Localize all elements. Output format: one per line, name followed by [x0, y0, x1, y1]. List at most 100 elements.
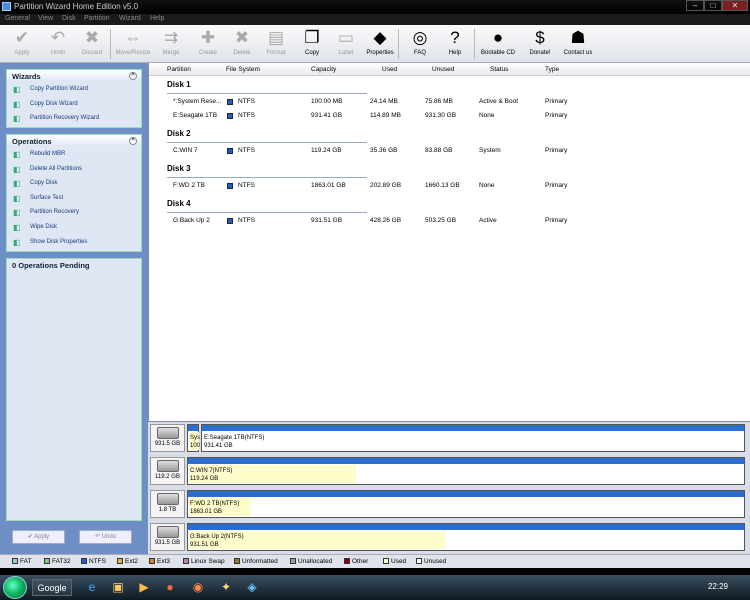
label-button[interactable]: ▭ Label — [328, 28, 364, 60]
partition-block[interactable]: F:WD 2 TB(NTFS) 1863.01 GB — [187, 490, 745, 518]
surface-test-label: Surface Test — [30, 194, 64, 201]
apply-button[interactable]: ✔ Apply — [12, 530, 65, 544]
status-cell: Active & Boot — [479, 98, 519, 105]
donate-button[interactable]: $ Donate! — [522, 28, 558, 60]
col-partition[interactable]: Partition — [167, 66, 191, 73]
delete-all-partitions-label: Delete All Partitions — [30, 165, 83, 172]
surface-test-item[interactable]: ◧ Surface Test — [7, 191, 141, 206]
disk-map-row[interactable]: 931.5 GB G:Back Up 2(NTFS) 931.51 GB — [148, 521, 750, 551]
taskbar: Google e ▣ ▶ ● ◉ ✦ ◈ 22:29 — [0, 575, 750, 600]
app-task-icon[interactable]: ◉ — [190, 579, 206, 595]
capacity-cell: 100.00 MB — [311, 98, 343, 105]
toolbar-label: Discard — [81, 50, 103, 56]
undo-button[interactable]: ↶ Undo — [40, 28, 76, 60]
partition-block[interactable]: C:WIN 7(NTFS) 119.24 GB — [187, 457, 745, 485]
used-cell: 114.89 MB — [370, 112, 401, 119]
move-resize-icon: ⇔ — [124, 28, 142, 47]
wizards-header: Wizards ^ — [7, 70, 141, 82]
undo-button[interactable]: ↶ Undo — [79, 530, 132, 544]
discard-button[interactable]: ✖ Discard — [74, 28, 110, 60]
disk-map-row[interactable]: 931.5 GB Sys 100 E:Seagate 1TB(NTFS) 931.41 … — [148, 422, 750, 452]
delete-all-partitions-item[interactable]: ◧ Delete All Partitions — [7, 162, 141, 177]
folder-icon[interactable]: ▣ — [110, 579, 126, 595]
close-button[interactable]: ✕ — [722, 0, 748, 11]
legend-label: Ext2 — [125, 558, 139, 565]
move-resize-button[interactable]: ⇔ Move/Resize — [115, 28, 151, 60]
delete-button[interactable]: ✖ Delete — [224, 28, 260, 60]
media-icon[interactable]: ▶ — [136, 579, 152, 595]
label-icon: ▭ — [337, 28, 355, 47]
menu-disk[interactable]: Disk — [62, 15, 76, 22]
ntfs-strip — [188, 524, 744, 530]
menu-view[interactable]: View — [38, 15, 53, 22]
partition-row[interactable]: G:Back Up 2 NTFS 931.51 GB 428.26 GB 503.25 … — [149, 214, 750, 227]
col-used[interactable]: Used — [382, 66, 397, 73]
rebuild-mbr-item[interactable]: ◧ Rebuild MBR — [7, 147, 141, 162]
disk-map-row[interactable]: 119.2 GB C:WIN 7(NTFS) 119.24 GB — [148, 455, 750, 485]
partition-row[interactable]: C:WIN 7 NTFS 119.24 GB 35.36 GB 83.88 GB Syst… — [149, 144, 750, 157]
create-button[interactable]: ✚ Create — [190, 28, 226, 60]
partition-block-size: 100 — [190, 443, 201, 449]
merge-button[interactable]: ⇉ Merge — [153, 28, 189, 60]
hard-drive-icon — [156, 460, 179, 472]
minimize-button[interactable]: – — [686, 0, 704, 11]
type-cell: Primary — [545, 112, 568, 119]
copy-button[interactable]: ❐ Copy — [294, 28, 330, 60]
legend-swatch — [12, 558, 18, 564]
col-status[interactable]: Status — [490, 66, 508, 73]
partition-recovery-item[interactable]: ◧ Partition Recovery — [7, 205, 141, 220]
show-disk-properties-item[interactable]: ◧ Show Disk Properties — [7, 235, 141, 250]
google-button[interactable]: Google — [32, 579, 72, 596]
format-button[interactable]: ▤ Format — [258, 28, 294, 60]
copy-disk-item[interactable]: ◧ Copy Disk — [7, 176, 141, 191]
toolbar-label: Help — [448, 50, 462, 56]
partition-wizard-task-icon[interactable]: ◈ — [244, 579, 260, 595]
wipe-disk-item[interactable]: ◧ Wipe Disk — [7, 220, 141, 235]
collapse-icon[interactable]: ^ — [129, 137, 137, 145]
col-type[interactable]: Type — [545, 66, 559, 73]
toolbar-label: Move/Resize — [115, 50, 151, 56]
copy-disk-wizard-item[interactable]: ◧ Copy Disk Wizard — [7, 97, 141, 112]
legend-ext2: Ext2 — [117, 558, 138, 565]
partition-row[interactable]: F:WD 2 TB NTFS 1863.01 GB 202.89 GB 1660.13 … — [149, 179, 750, 192]
col-capacity[interactable]: Capacity — [311, 66, 336, 73]
type-cell: Primary — [545, 182, 568, 189]
pending-panel: 0 Operations Pending — [6, 258, 142, 521]
apply-button[interactable]: ✔ Apply — [4, 28, 40, 60]
firefox-icon[interactable]: ● — [162, 579, 178, 595]
toolbar-separator — [398, 29, 399, 59]
partition-recovery-wizard-item[interactable]: ◧ Partition Recovery Wizard — [7, 111, 141, 126]
partition-block[interactable]: Sys 100 — [187, 424, 201, 452]
disk-icon: 931.5 GB — [150, 523, 185, 551]
internet-explorer-icon[interactable]: e — [84, 579, 100, 595]
partition-row[interactable]: *:System Rese... NTFS 100.00 MB 24.14 MB 75.… — [149, 95, 750, 108]
maximize-button[interactable]: □ — [704, 0, 722, 11]
bootable-cd-button[interactable]: ● Bootable CD — [480, 28, 516, 60]
disk-size: 119.2 GB — [155, 474, 180, 480]
partition-recovery-wizard-icon: ◧ — [13, 114, 21, 124]
partition-block-name: F:WD 2 TB(NTFS) — [190, 501, 240, 507]
menu-partition[interactable]: Partition — [84, 15, 110, 22]
partition-row[interactable]: E:Seagate 1TB NTFS 931.41 GB 114.89 MB 931.3… — [149, 109, 750, 122]
menu-wizard[interactable]: Wizard — [119, 15, 141, 22]
collapse-icon[interactable]: ^ — [129, 72, 137, 80]
faq-button[interactable]: ◎ FAQ — [402, 28, 438, 60]
partition-block[interactable]: E:Seagate 1TB(NTFS) 931.41 GB — [201, 424, 745, 452]
properties-button[interactable]: ◆ Properties — [362, 28, 398, 60]
menu-general[interactable]: General — [5, 15, 30, 22]
toolbar: ✔ Apply ↶ Undo ✖ Discard ⇔ Move/Resize ⇉ Merge ✚ Cr… — [0, 25, 750, 63]
copy-icon: ❐ — [304, 28, 320, 47]
partition-block[interactable]: G:Back Up 2(NTFS) 931.51 GB — [187, 523, 745, 551]
copy-partition-wizard-item[interactable]: ◧ Copy Partition Wizard — [7, 82, 141, 97]
menu-help[interactable]: Help — [150, 15, 164, 22]
bottom-buttons: ✔ Apply ↶ Undo — [6, 530, 142, 544]
partition-recovery-wizard-label: Partition Recovery Wizard — [30, 115, 100, 122]
col-file-system[interactable]: File System — [226, 66, 260, 73]
help-button[interactable]: ? Help — [437, 28, 473, 60]
contact-us-button[interactable]: ☗ Contact us — [560, 28, 596, 60]
tool-icon[interactable]: ✦ — [218, 579, 234, 595]
col-unused[interactable]: Unused — [432, 66, 454, 73]
start-button[interactable] — [3, 576, 27, 599]
capacity-cell: 1863.01 GB — [311, 182, 346, 189]
disk-map-row[interactable]: 1.8 TB F:WD 2 TB(NTFS) 1863.01 GB — [148, 488, 750, 518]
